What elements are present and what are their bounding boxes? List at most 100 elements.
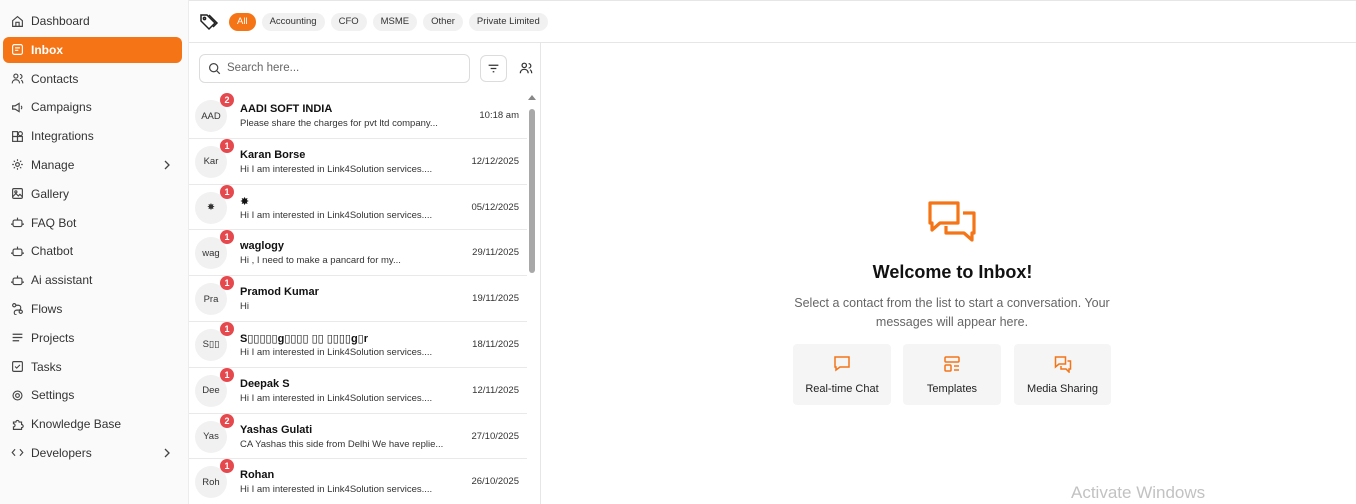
- activate-windows-watermark: Activate Windows: [1071, 483, 1206, 502]
- unread-badge: 2: [220, 93, 234, 107]
- unread-badge: 1: [220, 230, 234, 245]
- main-area: All Accounting CFO MSME Other Private Li…: [189, 0, 1356, 504]
- feature-label: Real-time Chat: [805, 382, 879, 395]
- sidebar-item-label: Integrations: [31, 129, 94, 144]
- message-time: 12/11/2025: [472, 384, 519, 396]
- sidebar-item-label: Contacts: [31, 71, 79, 86]
- scroll-up-arrow-icon[interactable]: [528, 95, 536, 100]
- filter-button[interactable]: [480, 54, 507, 82]
- conversation-item[interactable]: Kar 1 Karan Borse Hi I am interested in …: [189, 138, 527, 185]
- sidebar-item-label: Manage: [31, 157, 75, 172]
- app-window: Dashboard Inbox Contacts Campaigns Integ…: [0, 0, 1356, 504]
- filter-chip-cfo[interactable]: CFO: [330, 12, 367, 31]
- sidebar-item-dashboard[interactable]: Dashboard: [3, 8, 182, 34]
- message-preview: CA Yashas this side from Delhi We have r…: [240, 438, 444, 450]
- sidebar-item-label: Projects: [31, 330, 75, 345]
- message-time: 10:18 am: [479, 110, 519, 121]
- message-preview: Hi I am interested in Link4Solution serv…: [240, 346, 433, 358]
- search-row: [189, 43, 540, 93]
- code-icon: [11, 446, 24, 459]
- contact-name: Pramod Kumar: [240, 286, 319, 299]
- contact-name: S▯▯▯▯▯g▯▯▯▯ ▯▯ ▯▯▯▯g▯r: [240, 332, 369, 345]
- filter-icon: [488, 64, 499, 72]
- sidebar-item-label: Ai assistant: [31, 273, 93, 288]
- conversation-list: AAD 2 AADI SOFT INDIA Please share the c…: [189, 93, 527, 504]
- sidebar-item-ai-assistant[interactable]: Ai assistant: [3, 267, 182, 293]
- conversation-item[interactable]: Pra 1 Pramod Kumar Hi 19/11/2025: [189, 276, 527, 322]
- feature-card-templates: Templates: [903, 344, 1001, 405]
- chat-bubbles-icon: [928, 201, 976, 242]
- bot-icon: [11, 274, 24, 287]
- filter-chip-private-limited[interactable]: Private Limited: [468, 12, 548, 31]
- welcome-subtitle: Select a contact from the list to start …: [794, 296, 1110, 329]
- conversation-item[interactable]: AAD 2 AADI SOFT INDIA Please share the c…: [189, 93, 527, 139]
- search-input[interactable]: [227, 62, 447, 74]
- conversation-item[interactable]: Yas 2 Yashas Gulati CA Yashas this side …: [189, 413, 527, 460]
- gallery-icon: [11, 187, 24, 200]
- sidebar-item-label: Campaigns: [31, 100, 92, 115]
- sidebar-item-inbox[interactable]: Inbox: [3, 36, 182, 63]
- chevron-right-icon: [164, 448, 170, 458]
- megaphone-icon: [11, 101, 24, 114]
- sidebar-item-faq-bot[interactable]: FAQ Bot: [3, 210, 182, 236]
- filter-chip-all[interactable]: All: [229, 12, 256, 31]
- filter-chip-msme[interactable]: MSME: [372, 12, 418, 31]
- sidebar-item-label: Developers: [31, 445, 92, 460]
- sidebar-item-knowledge-base[interactable]: Knowledge Base: [3, 411, 182, 437]
- sidebar-item-flows[interactable]: Flows: [3, 296, 182, 322]
- filter-chip-accounting[interactable]: Accounting: [261, 12, 325, 31]
- contact-name: AADI SOFT INDIA: [240, 103, 333, 115]
- contact-name: Yashas Gulati: [240, 423, 313, 436]
- conversation-scrollbar[interactable]: [528, 93, 536, 504]
- message-time: 12/12/2025: [471, 155, 519, 167]
- bot-icon: [11, 245, 24, 258]
- sidebar-item-projects[interactable]: Projects: [3, 325, 182, 351]
- sidebar-item-label: Knowledge Base: [31, 417, 122, 432]
- sidebar-item-label: FAQ Bot: [31, 215, 77, 230]
- projects-icon: [11, 331, 24, 344]
- sidebar-item-developers[interactable]: Developers: [3, 440, 182, 466]
- sidebar-item-label: Settings: [31, 388, 75, 403]
- conversation-item[interactable]: Roh 1 Rohan Hi I am interested in Link4S…: [189, 459, 527, 504]
- search-box[interactable]: [199, 53, 470, 83]
- tasks-icon: [11, 360, 24, 373]
- message-time: 18/11/2025: [472, 338, 519, 350]
- feature-card-real-time-chat: Real-time Chat: [793, 344, 891, 405]
- conversation-item[interactable]: S▯▯ 1 S▯▯▯▯▯g▯▯▯▯ ▯▯ ▯▯▯▯g▯r Hi I am int…: [189, 321, 527, 368]
- assign-contacts-button[interactable]: [517, 59, 535, 77]
- sidebar-item-gallery[interactable]: Gallery: [3, 181, 182, 207]
- message-preview: Hi I am interested in Link4Solution serv…: [240, 163, 433, 175]
- sidebar-item-integrations[interactable]: Integrations: [3, 123, 182, 149]
- message-time: 26/10/2025: [471, 476, 519, 488]
- sidebar-item-chatbot[interactable]: Chatbot: [3, 238, 182, 264]
- conversation-item[interactable]: wag 1 waglogy Hi , I need to make a panc…: [189, 230, 527, 277]
- scroll-thumb[interactable]: [529, 109, 535, 273]
- message-time: 19/11/2025: [472, 293, 519, 305]
- filter-chip-other[interactable]: Other: [423, 12, 463, 31]
- sidebar-item-contacts[interactable]: Contacts: [3, 66, 182, 92]
- unread-badge: 1: [220, 138, 234, 153]
- message-preview: Hi I am interested in Link4Solution serv…: [240, 392, 433, 404]
- chat-icon: [834, 355, 850, 371]
- sidebar-item-manage[interactable]: Manage: [3, 152, 182, 178]
- unread-badge: 1: [220, 367, 234, 382]
- unread-badge: 2: [220, 413, 234, 428]
- conversation-list-pane: AAD 2 AADI SOFT INDIA Please share the c…: [189, 43, 541, 504]
- media-sharing-icon: [1054, 355, 1071, 373]
- sidebar-item-label: Dashboard: [31, 14, 90, 28]
- sidebar-item-campaigns[interactable]: Campaigns: [3, 94, 182, 120]
- contact-name: Karan Borse: [240, 148, 306, 161]
- feature-label: Media Sharing: [1027, 382, 1098, 395]
- feature-label: Templates: [926, 382, 978, 395]
- chevron-right-icon: [164, 160, 170, 170]
- message-preview: Hi I am interested in Link4Solution serv…: [240, 209, 433, 221]
- sidebar-item-settings[interactable]: Settings: [3, 382, 182, 408]
- conversation-item[interactable]: Dee 1 Deepak S Hi I am interested in Lin…: [189, 367, 527, 414]
- conversation-item[interactable]: ✸ 1 ✸ Hi I am interested in Link4Solutio…: [189, 184, 527, 231]
- filter-bar: All Accounting CFO MSME Other Private Li…: [189, 0, 1356, 43]
- gear-icon: [11, 389, 24, 402]
- contact-name: ✸: [240, 195, 250, 208]
- home-icon: [11, 15, 24, 28]
- sidebar-item-tasks[interactable]: Tasks: [3, 354, 182, 380]
- unread-badge: 1: [220, 321, 234, 336]
